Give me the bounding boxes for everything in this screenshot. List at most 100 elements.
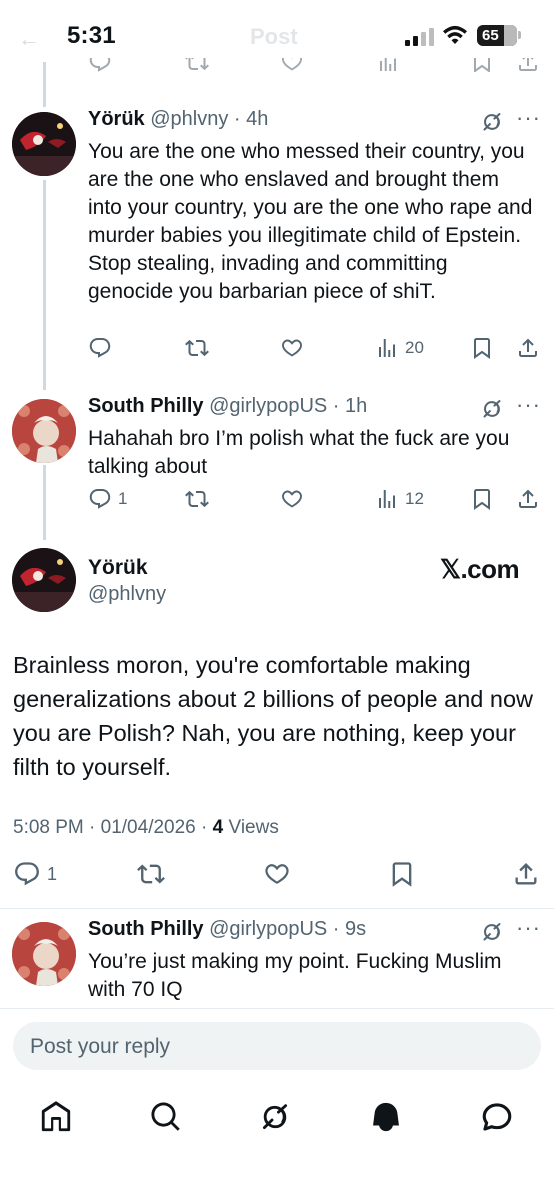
share-icon[interactable] [516, 58, 540, 72]
reply-header: South Philly @girlypopUS · 1h [88, 395, 368, 417]
share-icon [516, 487, 540, 511]
author-handle[interactable]: @girlypopUS [209, 918, 327, 940]
reply-icon [88, 487, 112, 511]
reply-icon [88, 336, 112, 360]
author-handle[interactable]: @phlvny [150, 108, 228, 130]
reply-input-placeholder: Post your reply [30, 1035, 171, 1058]
author-handle[interactable]: @girlypopUS [209, 395, 327, 417]
x-com-watermark: 𝕏.com [440, 554, 520, 584]
back-arrow-icon[interactable]: ← [18, 26, 40, 52]
views-button[interactable]: 20 [375, 336, 424, 360]
author-name[interactable]: Yörük [88, 556, 148, 580]
views-count: 4 [212, 817, 224, 838]
notifications-icon [369, 1100, 403, 1134]
reply-input[interactable]: Post your reply [13, 1022, 541, 1070]
reply-count: 1 [118, 489, 128, 508]
post-age: 9s [345, 918, 367, 940]
like-button[interactable] [280, 336, 304, 360]
bookmark-icon [470, 336, 494, 360]
repost-icon [137, 860, 165, 888]
repost-button[interactable] [185, 487, 209, 511]
grok-icon[interactable] [480, 920, 504, 944]
like-button[interactable] [280, 487, 304, 511]
post-timestamp[interactable]: 5:08 PM · 01/04/2026 · [13, 817, 213, 838]
author-name[interactable]: South Philly [88, 395, 204, 417]
reply-button[interactable]: 1 [13, 860, 57, 888]
repost-icon [185, 336, 209, 360]
home-icon [39, 1100, 73, 1134]
more-icon[interactable]: ··· [516, 917, 541, 939]
author-name[interactable]: South Philly [88, 918, 204, 940]
reply-text: You are the one who messed their country… [88, 140, 533, 303]
divider [0, 908, 554, 909]
avatar[interactable] [12, 922, 76, 986]
bookmark-icon[interactable] [470, 58, 494, 72]
battery-level: 65 [482, 27, 499, 44]
reply-icon [13, 860, 41, 888]
reply-header: Yörük @phlvny · 4h [88, 108, 269, 130]
reply-header: South Philly @girlypopUS · 9s [88, 918, 367, 940]
like-icon [263, 860, 291, 888]
search-icon [149, 1100, 183, 1134]
views-button[interactable]: 12 [375, 487, 424, 511]
share-icon [516, 336, 540, 360]
post-actions: 1 [0, 860, 554, 890]
like-button[interactable] [263, 860, 291, 888]
share-button[interactable] [512, 860, 540, 888]
tab-grok[interactable] [258, 1100, 292, 1134]
repost-button[interactable] [185, 336, 209, 360]
thread-line [43, 62, 46, 107]
bottom-tab-bar [0, 1090, 554, 1145]
avatar[interactable] [12, 112, 76, 176]
views-count: 20 [405, 338, 424, 357]
reply-actions: 20 [0, 336, 554, 366]
like-icon [280, 487, 304, 511]
repost-button[interactable] [137, 860, 165, 888]
divider [0, 1008, 554, 1009]
cellular-signal-icon [405, 28, 434, 46]
like-icon[interactable] [280, 58, 304, 72]
tab-notifications[interactable] [369, 1100, 403, 1134]
author-name[interactable]: Yörük [88, 108, 145, 130]
grok-icon[interactable] [480, 397, 504, 421]
repost-icon [185, 487, 209, 511]
header-title: Post [250, 24, 298, 49]
post-text: Brainless moron, you're comfortable maki… [13, 652, 533, 780]
grok-tab-icon [258, 1100, 292, 1134]
bookmark-icon [470, 487, 494, 511]
avatar[interactable] [12, 399, 76, 463]
previous-post-actions [88, 58, 548, 72]
reply-icon[interactable] [88, 58, 112, 72]
views-icon[interactable] [376, 58, 400, 72]
views-count: 12 [405, 489, 424, 508]
grok-icon[interactable] [480, 110, 504, 134]
reply-button[interactable]: 1 [88, 487, 127, 511]
more-icon[interactable]: ··· [516, 394, 541, 416]
reply-text: You’re just making my point. Fucking Mus… [88, 950, 502, 1001]
share-button[interactable] [516, 487, 540, 511]
tab-home[interactable] [39, 1100, 73, 1134]
status-time: 5:31 [67, 22, 116, 49]
repost-icon[interactable] [185, 58, 209, 72]
reply-button[interactable] [88, 336, 112, 360]
post-meta: 5:08 PM · 01/04/2026 · 4 Views [13, 817, 279, 839]
reply-count: 1 [47, 863, 58, 884]
share-button[interactable] [516, 336, 540, 360]
like-icon [280, 336, 304, 360]
post-age: 1h [345, 395, 368, 417]
reply-actions: 1 12 [0, 487, 554, 517]
bookmark-button[interactable] [388, 860, 416, 888]
bookmark-icon [388, 860, 416, 888]
avatar[interactable] [12, 548, 76, 612]
more-icon[interactable]: ··· [516, 107, 541, 129]
reply-text: Hahahah bro I’m polish what the fuck are… [88, 427, 510, 478]
author-handle[interactable]: @phlvny [88, 583, 166, 606]
bookmark-button[interactable] [470, 336, 494, 360]
battery-icon: 65 [477, 25, 517, 46]
wifi-icon [443, 25, 467, 44]
views-icon [375, 487, 399, 511]
tab-search[interactable] [149, 1100, 183, 1134]
views-icon [375, 336, 399, 360]
bookmark-button[interactable] [470, 487, 494, 511]
tab-messages[interactable] [480, 1100, 514, 1134]
